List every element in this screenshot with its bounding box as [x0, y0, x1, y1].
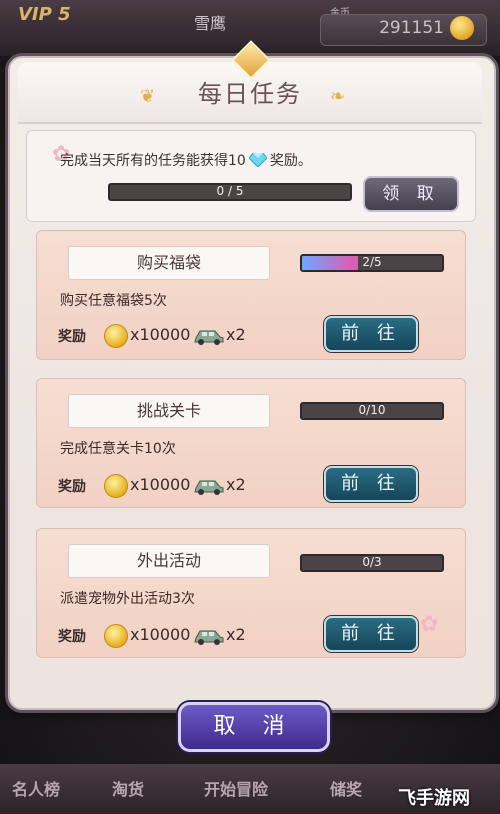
nav-item-start-adventure[interactable]: 开始冒险: [204, 776, 268, 800]
task-name: 购买福袋: [68, 246, 270, 280]
task-progress-text: 0/10: [358, 403, 386, 417]
task-progress-bar: 2/5: [300, 254, 444, 272]
go-button[interactable]: 前 往: [324, 466, 418, 502]
cancel-button[interactable]: 取 消: [178, 702, 330, 752]
task-progress-bar: 0/3: [300, 554, 444, 572]
reward-label: 奖励: [58, 329, 86, 345]
info-text-before: 完成当天所有的任务能获得10: [60, 153, 246, 169]
car-reward-amount: x2: [226, 625, 246, 644]
ornament-right-icon: ❧: [330, 86, 346, 107]
reward-info-text: 完成当天所有的任务能获得10 奖励。: [60, 150, 410, 170]
gold-value: 291151: [379, 18, 444, 38]
car-icon: [194, 480, 224, 495]
coin-reward-amount: x10000: [130, 475, 191, 494]
nav-item-rewards[interactable]: 储奖: [330, 776, 362, 800]
task-description: 派遣宠物外出活动3次: [60, 591, 195, 607]
task-description: 完成任意关卡10次: [60, 441, 176, 457]
vip-badge: VIP 5: [18, 4, 71, 25]
claim-button[interactable]: 领 取: [363, 176, 459, 212]
task-progress-text: 0/3: [362, 555, 382, 569]
nav-item-ranking[interactable]: 名人榜: [12, 776, 60, 800]
reward-label: 奖励: [58, 479, 86, 495]
flower-icon: ✿: [420, 612, 439, 637]
car-icon: [194, 630, 224, 645]
info-text-after: 奖励。: [269, 153, 312, 169]
car-reward-amount: x2: [226, 475, 246, 494]
task-name: 外出活动: [68, 544, 270, 578]
car-icon: [194, 330, 224, 345]
overall-progress-text: 0 / 5: [216, 184, 244, 198]
nav-item-shop[interactable]: 淘货: [112, 776, 144, 800]
task-description: 购买任意福袋5次: [60, 293, 167, 309]
reward-label: 奖励: [58, 629, 86, 645]
dialog-title: 每日任务: [198, 80, 302, 108]
watermark: 飞手游网: [398, 788, 470, 809]
task-progress-bar: 0/10: [300, 402, 444, 420]
car-reward-amount: x2: [226, 325, 246, 344]
coin-reward-amount: x10000: [130, 625, 191, 644]
gold-coin-icon: [450, 16, 474, 40]
task-name: 挑战关卡: [68, 394, 270, 428]
coin-icon: [104, 624, 128, 648]
player-name: 雪鹰: [193, 14, 226, 33]
overall-progress-bar: 0 / 5: [108, 183, 352, 201]
coin-icon: [104, 474, 128, 498]
coin-reward-amount: x10000: [130, 325, 191, 344]
go-button[interactable]: 前 往: [324, 616, 418, 652]
go-button[interactable]: 前 往: [324, 316, 418, 352]
task-progress-text: 2/5: [362, 255, 382, 269]
coin-icon: [104, 324, 128, 348]
diamond-icon: [248, 153, 267, 167]
